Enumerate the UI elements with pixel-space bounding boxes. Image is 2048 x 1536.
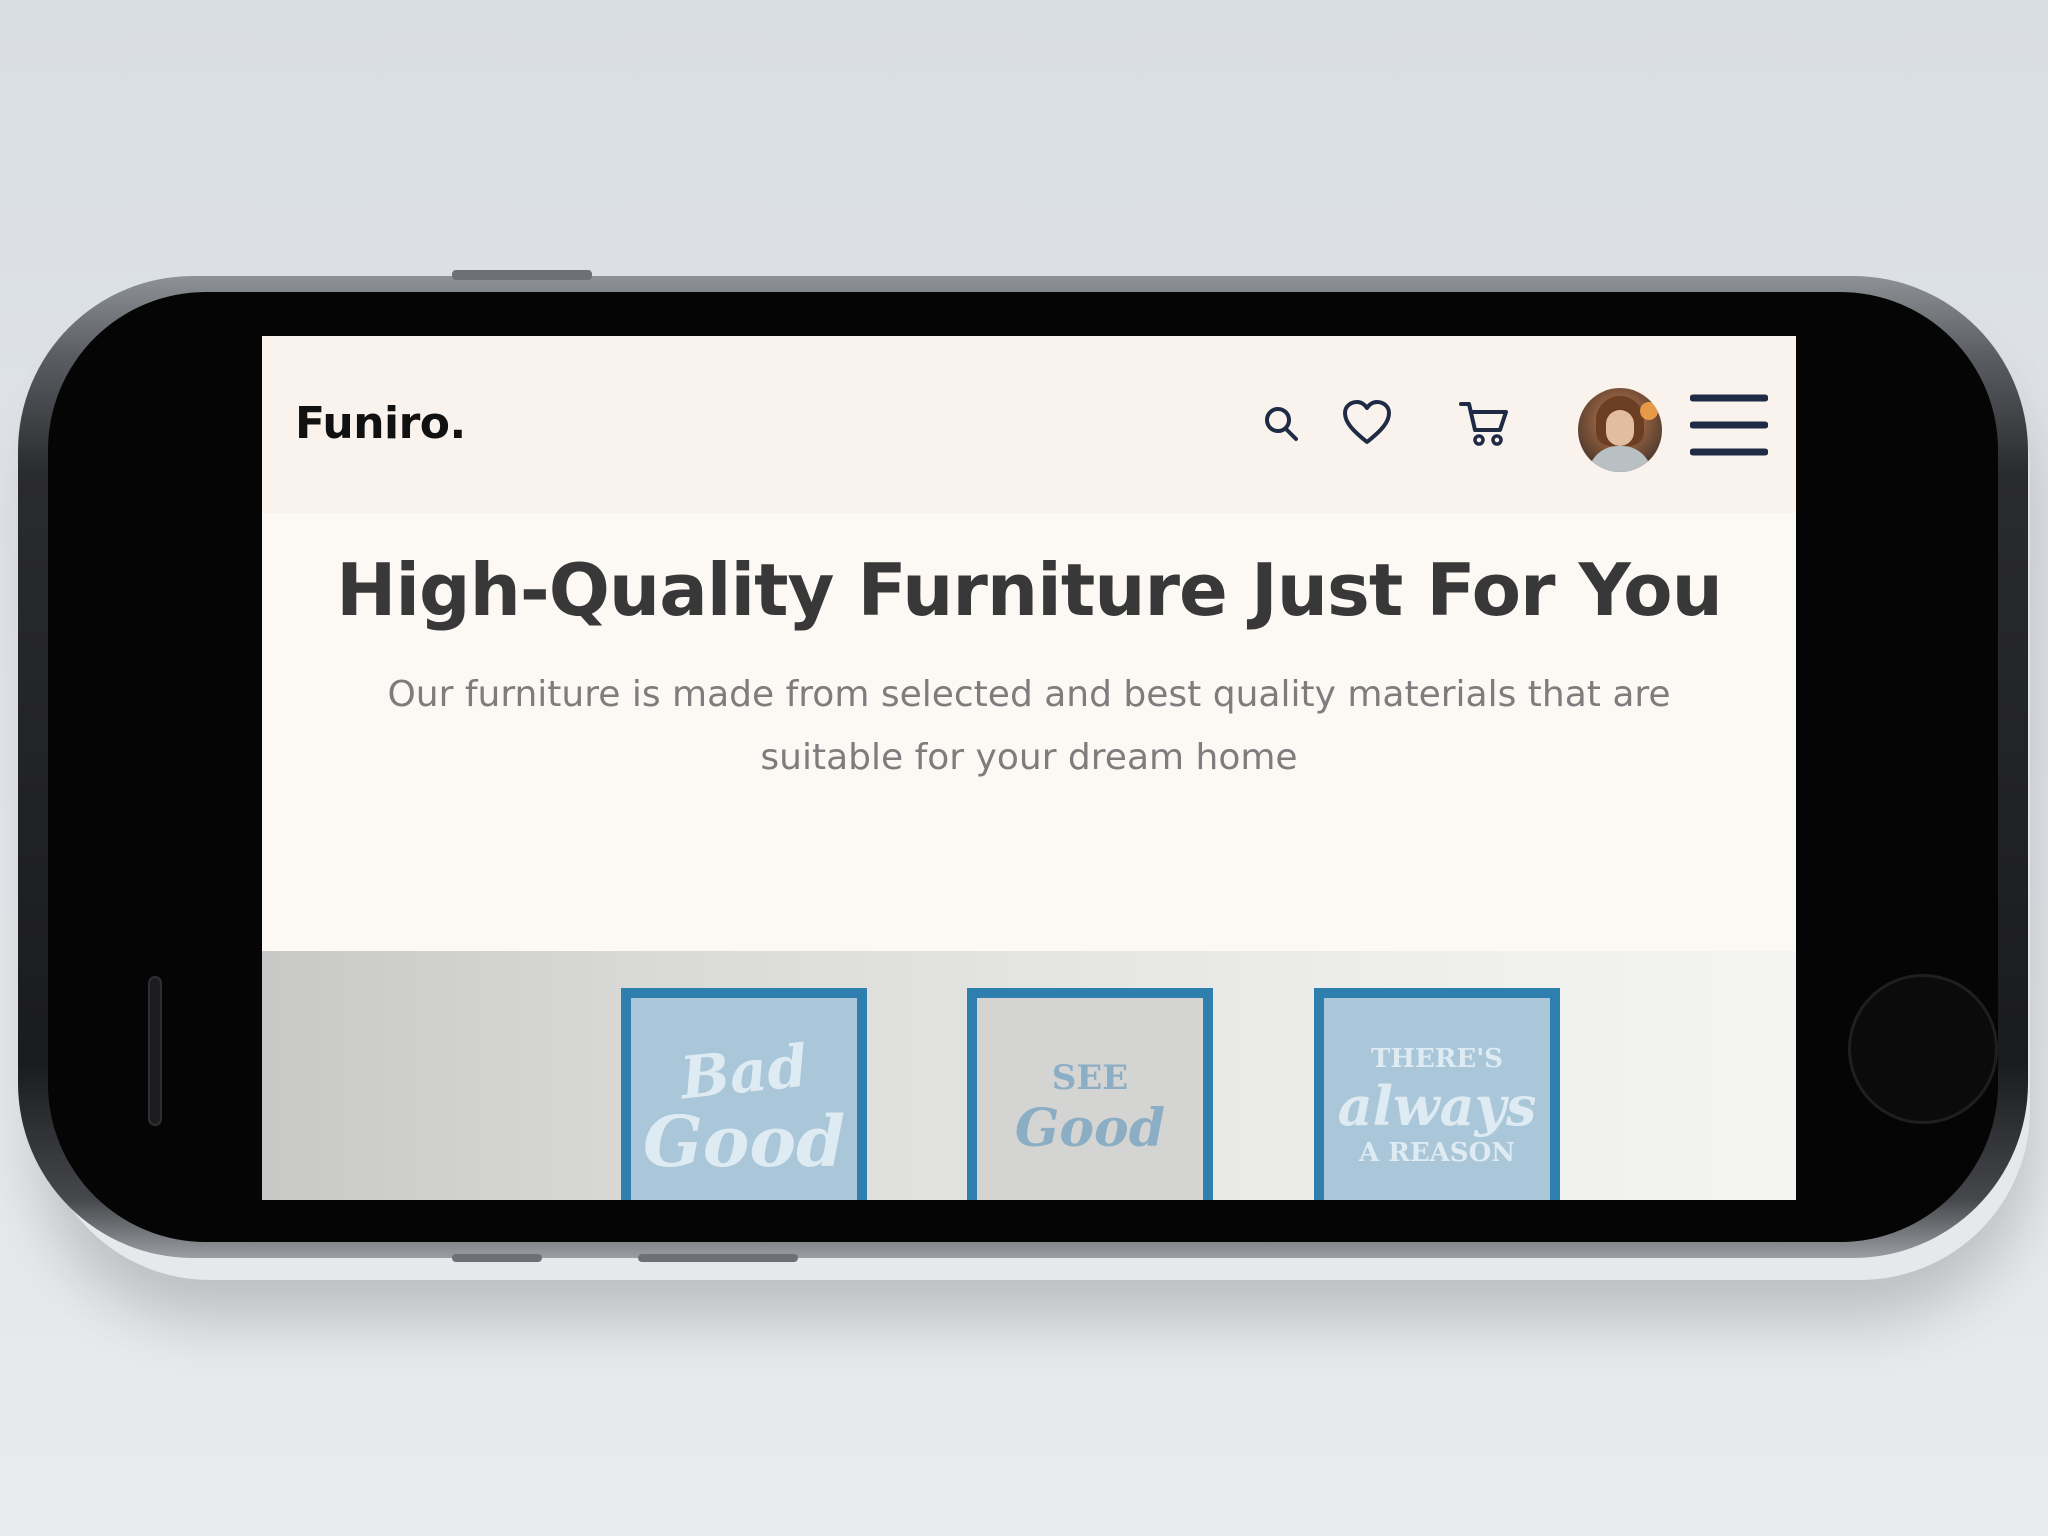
- poster-art: SEE Good: [977, 1038, 1203, 1159]
- poster-frame: SEE Good: [967, 988, 1213, 1200]
- hero-subtitle-line: Our furniture is made from selected and …: [387, 674, 1671, 715]
- menu-icon[interactable]: [1690, 392, 1768, 458]
- poster-text: always: [1337, 1074, 1537, 1138]
- hero-subtitle: Our furniture is made from selected and …: [342, 663, 1716, 789]
- home-button[interactable]: [1848, 974, 1998, 1124]
- side-button: [452, 1254, 542, 1262]
- cart-icon[interactable]: [1458, 398, 1510, 448]
- avatar[interactable]: [1578, 388, 1662, 472]
- avatar-body: [1588, 446, 1652, 472]
- phone-screen: Funiro. High-Quality Furniture Just For …: [262, 336, 1796, 1200]
- hero-subtitle-line: suitable for your dream home: [760, 737, 1298, 778]
- poster-frame: THERE'S always A REASON: [1314, 988, 1560, 1200]
- speaker-grille: [148, 976, 162, 1126]
- poster-art: Bad Good: [631, 1032, 857, 1183]
- hero-banner-image: Bad Good SEE Good THERE'S always A REASO…: [262, 951, 1796, 1200]
- search-icon[interactable]: [1262, 404, 1300, 444]
- poster-text: THERE'S: [1371, 1044, 1503, 1074]
- heart-icon[interactable]: [1342, 400, 1392, 446]
- poster-frame: Bad Good: [621, 988, 867, 1200]
- site-logo[interactable]: Funiro.: [295, 398, 466, 449]
- hero-section: High-Quality Furniture Just For You Our …: [262, 513, 1796, 951]
- poster-art: THERE'S always A REASON: [1324, 1038, 1550, 1168]
- side-button: [638, 1254, 798, 1262]
- site-header: Funiro.: [262, 336, 1796, 513]
- avatar-face: [1606, 410, 1634, 446]
- poster-text: SEE: [1051, 1058, 1129, 1098]
- poster-text: A REASON: [1358, 1138, 1515, 1168]
- avatar-background-light: [1640, 402, 1658, 420]
- hero-title: High-Quality Furniture Just For You: [336, 548, 1723, 632]
- poster-text: Good: [1014, 1098, 1166, 1159]
- volume-button: [452, 270, 592, 280]
